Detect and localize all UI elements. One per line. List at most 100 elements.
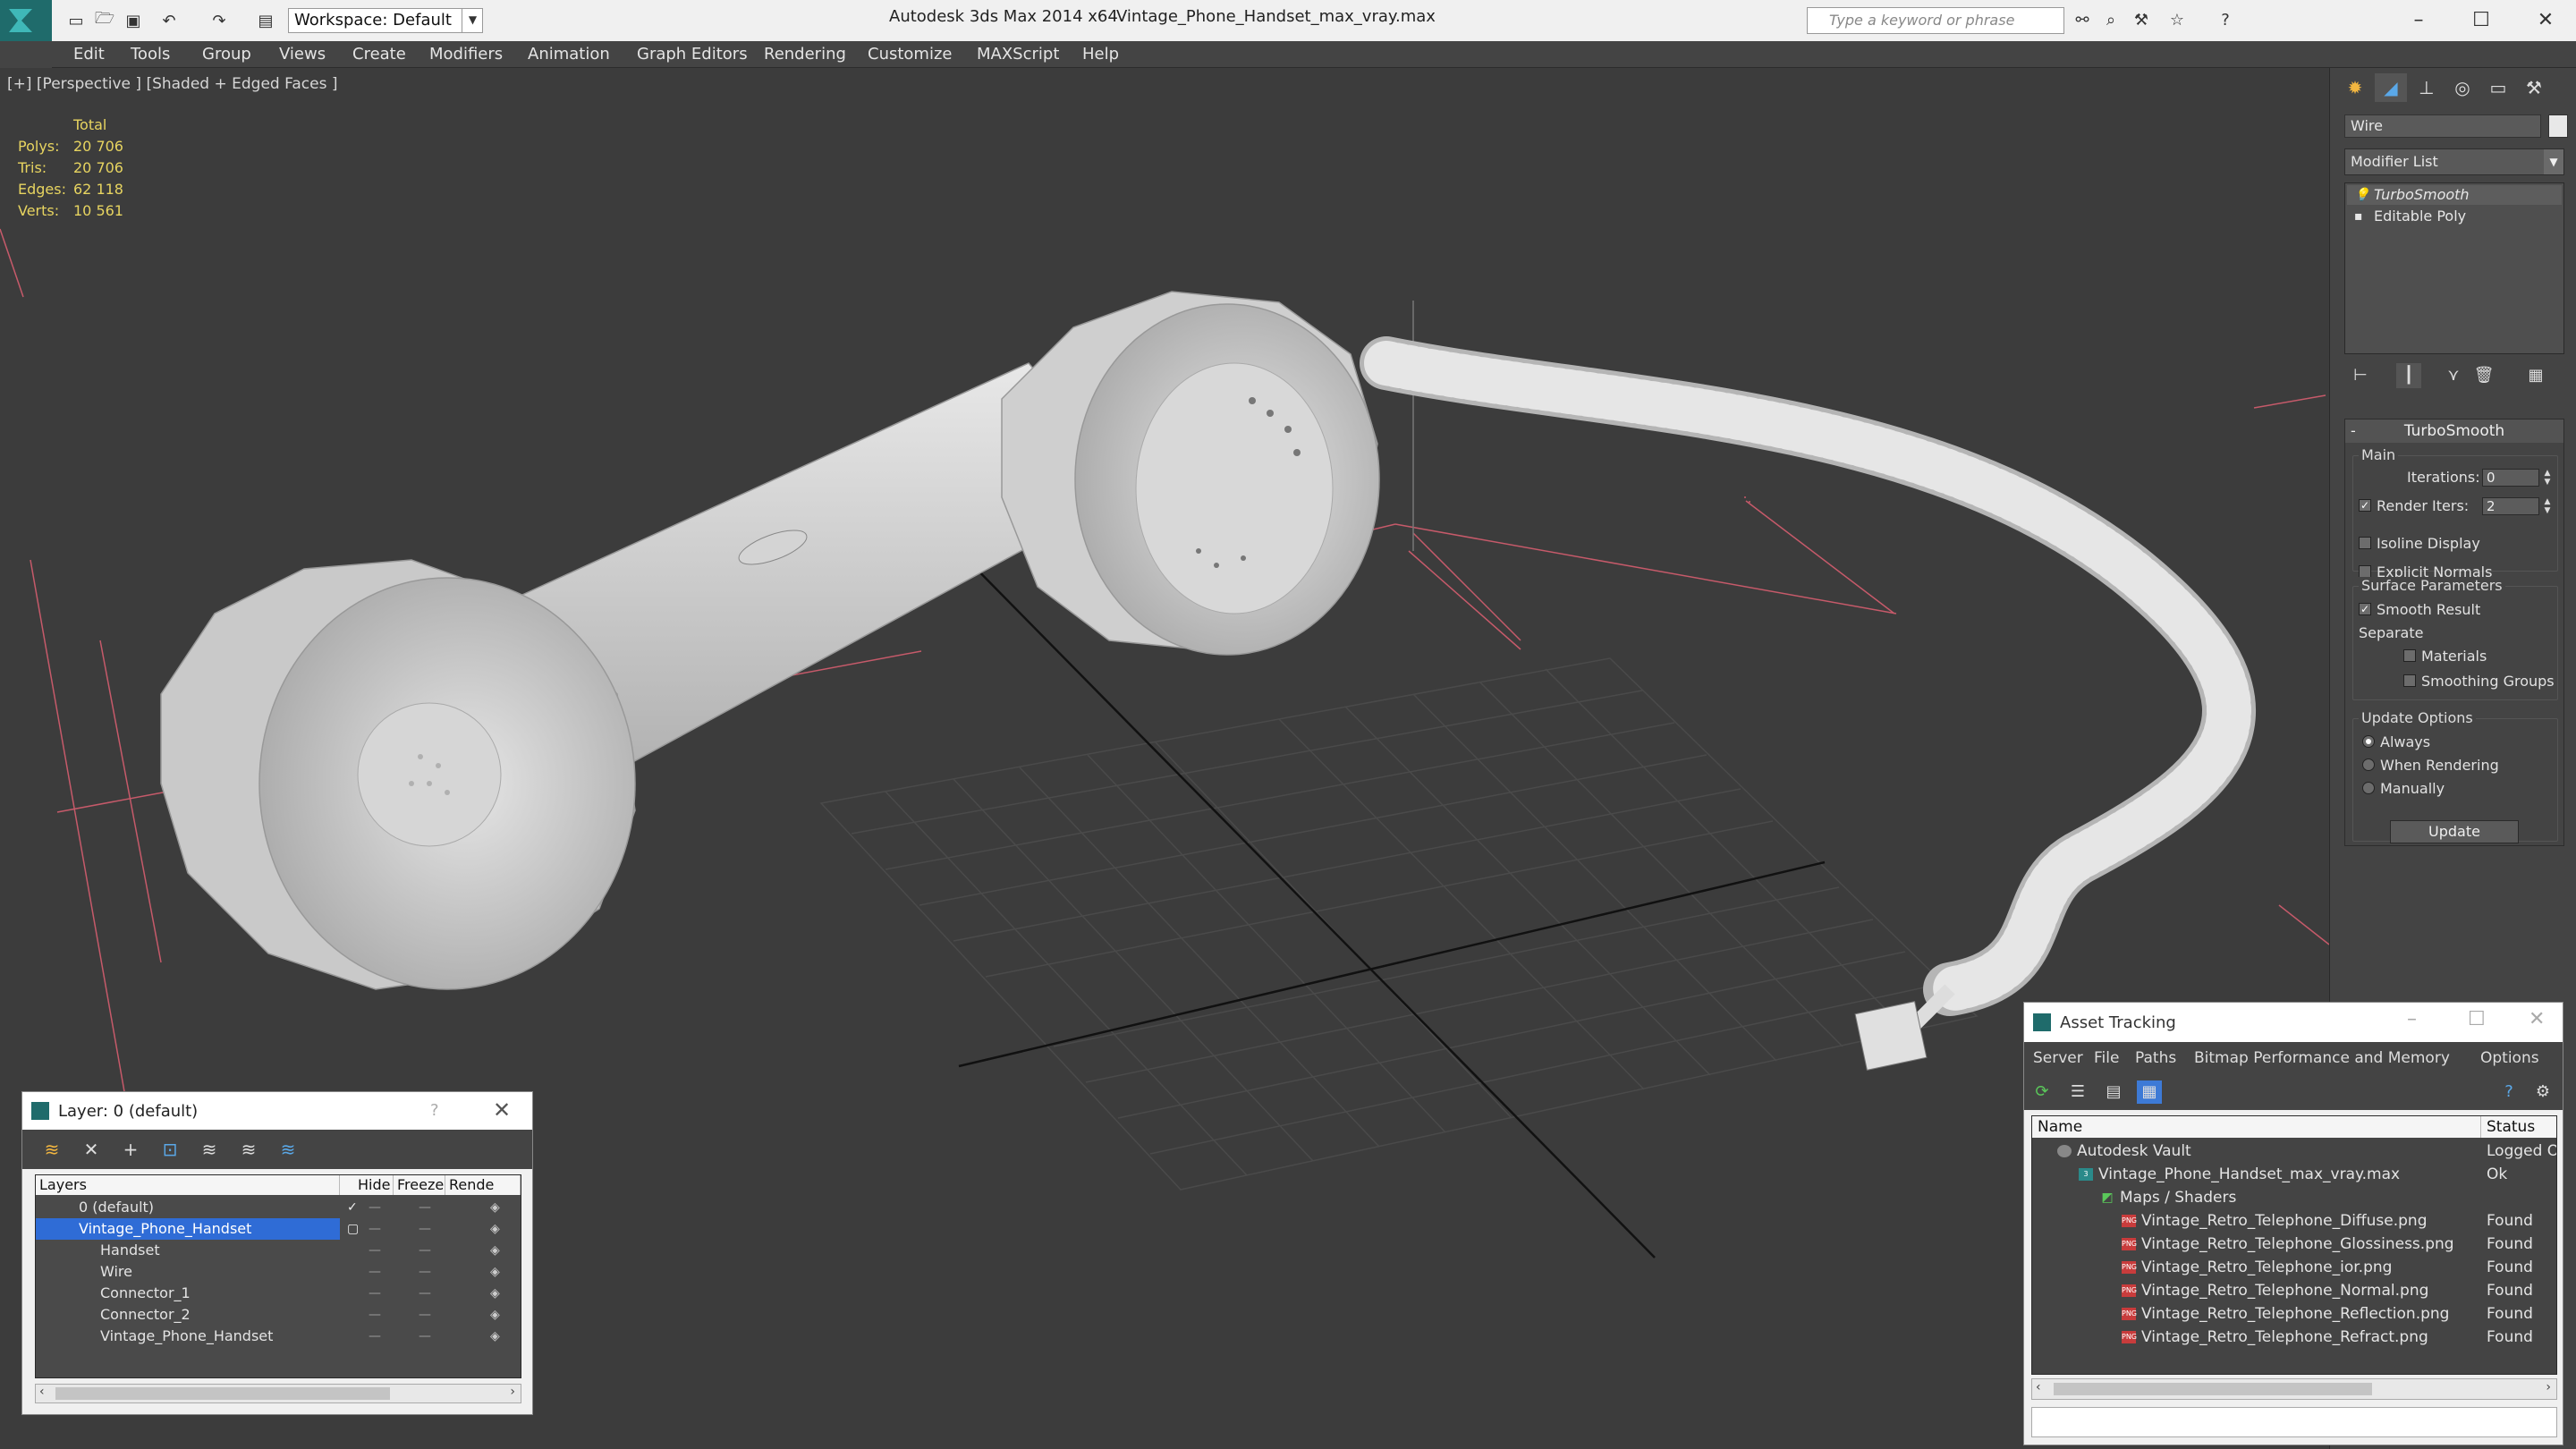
menu-customize[interactable]: Customize: [868, 44, 952, 65]
menu-server[interactable]: Server: [2033, 1049, 2083, 1067]
remove-modifier-icon[interactable]: 🗑: [2471, 363, 2496, 388]
app-logo[interactable]: [0, 0, 52, 41]
menu-graph-editors[interactable]: Graph Editors: [637, 44, 748, 65]
hide-toggle[interactable]: —: [369, 1304, 381, 1326]
isoline-display-checkbox[interactable]: [2359, 537, 2371, 549]
freeze-toggle[interactable]: —: [419, 1218, 431, 1240]
layer-row[interactable]: Vintage_Phone_Handset — — ◈: [36, 1326, 521, 1347]
scroll-left-icon[interactable]: ‹: [39, 1385, 45, 1399]
hide-toggle[interactable]: —: [369, 1326, 381, 1347]
layer-row[interactable]: Connector_2 — — ◈: [36, 1304, 521, 1326]
spinner-arrows-icon[interactable]: ▲ ▼: [2541, 497, 2554, 515]
spinner-arrows-icon[interactable]: ▲ ▼: [2541, 469, 2554, 487]
undo-icon[interactable]: ↶: [157, 9, 181, 32]
render-teapot-icon[interactable]: ◈: [490, 1326, 500, 1347]
render-teapot-icon[interactable]: ◈: [490, 1240, 500, 1261]
favorites-star-icon[interactable]: ☆: [2165, 9, 2190, 32]
menu-paths[interactable]: Paths: [2135, 1049, 2176, 1067]
update-when-rendering-radio[interactable]: [2362, 758, 2375, 771]
minimize-icon[interactable]: –: [2407, 1008, 2417, 1030]
chevron-down-icon[interactable]: ▼: [2544, 149, 2563, 174]
render-teapot-icon[interactable]: ◈: [490, 1283, 500, 1304]
render-teapot-icon[interactable]: ◈: [490, 1197, 500, 1218]
chevron-down-icon[interactable]: ▼: [462, 8, 483, 33]
expand-plus-icon[interactable]: ▪: [2354, 207, 2363, 226]
maximize-icon[interactable]: ☐: [2463, 5, 2499, 36]
settings-icon[interactable]: ⚙: [2530, 1080, 2555, 1104]
freeze-toggle[interactable]: —: [419, 1304, 431, 1326]
render-teapot-icon[interactable]: ◈: [490, 1304, 500, 1326]
detail-view-icon[interactable]: ▤: [2101, 1080, 2126, 1104]
smooth-result-checkbox[interactable]: ✓: [2359, 603, 2371, 615]
column-freeze[interactable]: Freeze: [394, 1175, 445, 1195]
asset-row[interactable]: PNG Vintage_Retro_Telephone_Refract.png …: [2032, 1326, 2556, 1349]
freeze-toggle[interactable]: —: [419, 1283, 431, 1304]
minimize-icon[interactable]: –: [2401, 5, 2436, 36]
search-input[interactable]: Type a keyword or phrase: [1807, 7, 2064, 34]
active-layer-check-icon[interactable]: ✓: [347, 1197, 358, 1218]
column-render[interactable]: Rende: [445, 1175, 521, 1195]
menu-tools[interactable]: Tools: [131, 44, 170, 65]
render-teapot-icon[interactable]: ◈: [490, 1261, 500, 1283]
rollout-header[interactable]: - TurboSmooth: [2345, 419, 2563, 443]
pin-stack-icon[interactable]: ⊢: [2348, 363, 2373, 388]
asset-horizontal-scrollbar[interactable]: ‹ ›: [2031, 1378, 2557, 1400]
list-view-icon[interactable]: ☰: [2065, 1080, 2090, 1104]
layer-row[interactable]: Wire — — ◈: [36, 1261, 521, 1283]
modifier-list-dropdown[interactable]: Modifier List ▼: [2344, 148, 2564, 175]
refresh-icon[interactable]: ⟳: [2029, 1080, 2055, 1104]
materials-checkbox[interactable]: [2403, 649, 2416, 662]
update-manually-radio[interactable]: [2362, 782, 2375, 794]
asset-row[interactable]: PNG Vintage_Retro_Telephone_Normal.png F…: [2032, 1279, 2556, 1302]
table-view-icon[interactable]: ▦: [2137, 1080, 2162, 1104]
object-color-swatch[interactable]: [2548, 114, 2568, 138]
freeze-all-layers-icon[interactable]: ≋: [275, 1137, 301, 1162]
add-to-layer-icon[interactable]: +: [117, 1137, 144, 1162]
motion-tab-icon[interactable]: ◎: [2446, 73, 2479, 102]
modify-tab-icon[interactable]: ◢: [2375, 73, 2407, 102]
help-icon[interactable]: ?: [430, 1101, 439, 1120]
smoothing-groups-checkbox[interactable]: [2403, 674, 2416, 687]
new-file-icon[interactable]: ▭: [64, 9, 88, 32]
select-objects-icon[interactable]: ⊡: [157, 1137, 183, 1162]
layer-row[interactable]: 0 (default) ✓ — — ◈: [36, 1197, 521, 1218]
freeze-toggle[interactable]: —: [419, 1261, 431, 1283]
menu-group[interactable]: Group: [202, 44, 251, 65]
help-icon[interactable]: ?: [2213, 9, 2238, 32]
help-icon[interactable]: ?: [2496, 1080, 2521, 1104]
menu-options[interactable]: Options: [2480, 1049, 2539, 1067]
asset-row[interactable]: PNG Vintage_Retro_Telephone_Diffuse.png …: [2032, 1209, 2556, 1233]
asset-row[interactable]: PNG Vintage_Retro_Telephone_Glossiness.p…: [2032, 1233, 2556, 1256]
scroll-right-icon[interactable]: ›: [2546, 1380, 2551, 1394]
asset-row[interactable]: 3 Vintage_Phone_Handset_max_vray.max Ok: [2032, 1163, 2556, 1186]
menu-create[interactable]: Create: [352, 44, 406, 65]
hide-toggle[interactable]: —: [369, 1261, 381, 1283]
column-hide[interactable]: Hide: [354, 1175, 394, 1195]
workspace-dropdown[interactable]: Workspace: Default: [288, 8, 483, 33]
layer-row[interactable]: Vintage_Phone_Handset ▢ — — ◈: [36, 1218, 521, 1240]
column-name[interactable]: Name: [2032, 1116, 2481, 1138]
object-name-field[interactable]: Wire: [2344, 114, 2541, 138]
new-layer-icon[interactable]: ≋: [38, 1137, 65, 1162]
menu-rendering[interactable]: Rendering: [764, 44, 846, 65]
display-tab-icon[interactable]: ▭: [2482, 73, 2514, 102]
asset-row[interactable]: Autodesk Vault Logged O: [2032, 1140, 2556, 1163]
freeze-toggle[interactable]: —: [419, 1197, 431, 1218]
scroll-thumb[interactable]: [55, 1387, 390, 1400]
layer-row[interactable]: Connector_1 — — ◈: [36, 1283, 521, 1304]
scroll-thumb[interactable]: [2054, 1383, 2372, 1395]
configure-sets-icon[interactable]: ▦: [2523, 363, 2548, 388]
menu-views[interactable]: Views: [279, 44, 326, 65]
menu-modifiers[interactable]: Modifiers: [429, 44, 503, 65]
column-status[interactable]: Status: [2481, 1116, 2556, 1138]
menu-bitmap-performance[interactable]: Bitmap Performance and Memory: [2194, 1049, 2450, 1067]
binoculars-icon[interactable]: ⚯: [2070, 9, 2095, 32]
open-file-icon[interactable]: 🗁: [93, 9, 116, 32]
viewport-label[interactable]: [+] [Perspective ] [Shaded + Edged Faces…: [7, 75, 337, 93]
menu-file[interactable]: File: [2094, 1049, 2119, 1067]
hide-toggle[interactable]: —: [369, 1283, 381, 1304]
close-icon[interactable]: ✕: [493, 1097, 511, 1123]
utilities-tab-icon[interactable]: ⚒: [2518, 73, 2550, 102]
collapse-icon[interactable]: -: [2351, 419, 2356, 443]
asset-row[interactable]: ◩ Maps / Shaders: [2032, 1186, 2556, 1209]
